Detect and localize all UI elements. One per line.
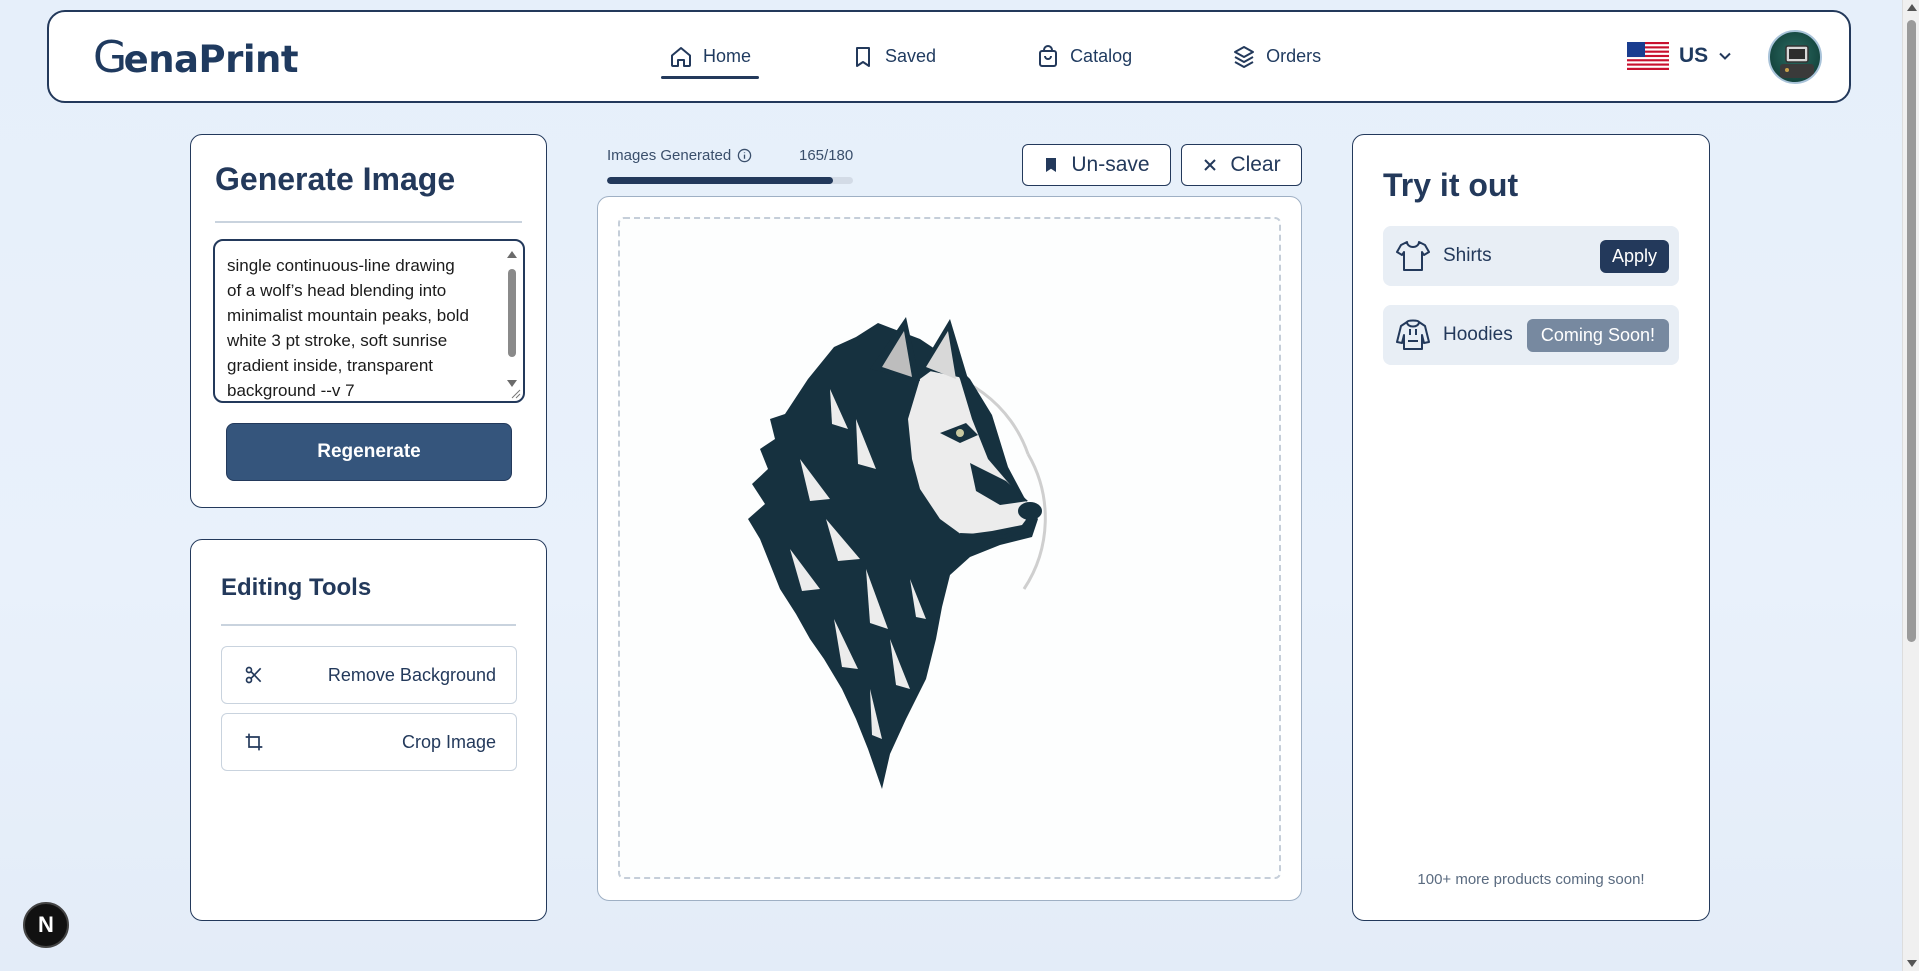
images-generated-count: 165/180 <box>799 147 854 164</box>
chevron-down-icon <box>1719 52 1731 60</box>
divider <box>215 221 522 223</box>
crop-image-button[interactable]: Crop Image <box>221 713 517 771</box>
scroll-up-icon[interactable] <box>1907 4 1917 11</box>
apply-shirts-button[interactable]: Apply <box>1599 239 1669 273</box>
product-shirts: Shirts Apply <box>1383 226 1679 286</box>
usage-progress-fill <box>607 177 833 184</box>
prompt-textarea[interactable]: single continuous-line drawing of a wolf… <box>213 239 525 403</box>
home-icon <box>671 46 691 67</box>
generated-image-area[interactable] <box>618 217 1281 879</box>
usage-progress-bar <box>607 177 853 184</box>
shopping-bag-icon <box>1039 44 1058 67</box>
image-canvas-panel <box>597 196 1302 901</box>
dev-tools-badge[interactable]: N <box>23 902 69 948</box>
region-selector[interactable]: US <box>1627 42 1732 70</box>
nav-item-catalog[interactable]: Catalog <box>1036 12 1132 101</box>
generate-image-title: Generate Image <box>215 161 456 197</box>
scroll-up-icon[interactable] <box>507 251 517 258</box>
scroll-thumb[interactable] <box>508 269 516 357</box>
main-nav: Home Saved Catalog Orders <box>615 12 1321 101</box>
close-icon <box>1204 159 1217 171</box>
try-it-out-title: Try it out <box>1383 167 1519 203</box>
user-avatar[interactable] <box>1768 30 1822 84</box>
boxes-icon <box>1234 45 1255 68</box>
nav-item-orders[interactable]: Orders <box>1232 12 1321 101</box>
app-logo[interactable]: GenaPrint <box>93 32 299 83</box>
wolf-head-icon <box>748 317 1047 789</box>
us-flag-icon <box>1627 42 1669 70</box>
page-scrollbar[interactable] <box>1902 0 1919 971</box>
nav-item-saved[interactable]: Saved <box>851 12 936 101</box>
prompt-scrollbar[interactable] <box>505 249 519 387</box>
regenerate-button[interactable]: Regenerate <box>226 423 512 481</box>
images-generated-label: Images Generated <box>607 147 752 164</box>
hoodie-icon <box>1396 319 1430 350</box>
bookmark-filled-icon <box>1046 158 1057 172</box>
page-scroll-thumb[interactable] <box>1907 20 1916 642</box>
scroll-down-icon[interactable] <box>507 380 517 387</box>
scroll-down-icon[interactable] <box>1907 960 1917 967</box>
generate-image-panel: Generate Image single continuous-line dr… <box>190 134 547 508</box>
prompt-text[interactable]: single continuous-line drawing of a wolf… <box>227 253 497 401</box>
remove-background-button[interactable]: Remove Background <box>221 646 517 704</box>
try-it-out-panel: Try it out Shirts Apply Hoodies Coming S… <box>1352 134 1710 921</box>
resize-grip-icon[interactable] <box>509 387 521 399</box>
coming-soon-button: Coming Soon! <box>1526 318 1669 352</box>
divider <box>221 624 516 626</box>
scissors-icon <box>245 666 262 684</box>
bookmark-icon <box>856 46 871 67</box>
product-hoodies: Hoodies Coming Soon! <box>1383 305 1679 365</box>
clear-button[interactable]: Clear <box>1181 144 1302 186</box>
crop-icon <box>245 733 263 751</box>
nav-item-home[interactable]: Home <box>660 12 760 101</box>
unsave-button[interactable]: Un-save <box>1022 144 1171 186</box>
shirt-icon <box>1396 241 1430 271</box>
editing-tools-panel: Editing Tools Remove Background Crop Ima… <box>190 539 547 921</box>
avatar-image <box>1780 45 1814 78</box>
editing-tools-title: Editing Tools <box>221 574 372 601</box>
info-icon[interactable] <box>737 148 752 163</box>
more-products-note: 100+ more products coming soon! <box>1417 871 1645 888</box>
top-navbar: GenaPrint Home Saved Catalog Orders US <box>47 10 1851 103</box>
